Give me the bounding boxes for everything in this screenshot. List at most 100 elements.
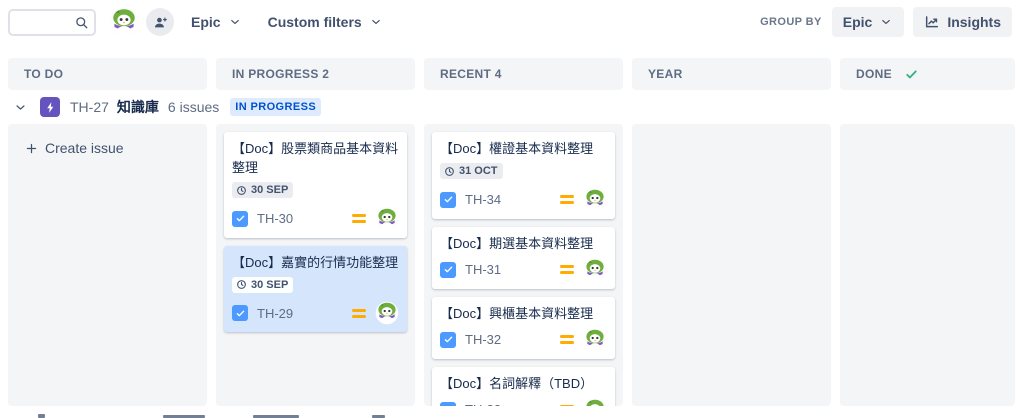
- search-input[interactable]: [10, 10, 74, 34]
- column-header-todo: TO DO: [8, 58, 207, 90]
- group-by-label: GROUP BY: [760, 16, 822, 28]
- card-title: 【Doc】股票類商品基本資料整理: [232, 141, 399, 175]
- custom-filters-dropdown[interactable]: Custom filters: [268, 14, 383, 30]
- board-columns: Create issue 【Doc】股票類商品基本資料整理 30 SEP TH-…: [0, 124, 1024, 406]
- check-icon: [443, 334, 454, 345]
- priority-medium-icon: [560, 405, 574, 406]
- epic-name: 知識庫: [116, 99, 159, 115]
- assignee-avatar: [583, 328, 607, 352]
- check-icon: [235, 308, 246, 319]
- done-check-icon: [904, 67, 919, 82]
- group-by-value: Epic: [842, 14, 873, 30]
- card-title: 【Doc】名詞解釋（TBD）: [440, 375, 594, 391]
- issue-key: TH-29: [257, 305, 294, 321]
- task-type-icon: [440, 401, 456, 406]
- issue-card-th-34[interactable]: 【Doc】權證基本資料整理 31 OCT TH-34: [432, 132, 615, 219]
- card-title: 【Doc】權證基本資料整理: [440, 141, 594, 156]
- issue-card-th-33[interactable]: 【Doc】名詞解釋（TBD） TH-33: [432, 366, 615, 407]
- card-title: 【Doc】嘉實的行情功能整理: [232, 254, 399, 270]
- chevron-down-icon: [879, 15, 893, 29]
- partial-epic-row: [0, 410, 1024, 418]
- epic-swimlane-header: TH-27 知識庫 6 issues IN PROGRESS: [0, 90, 1024, 124]
- column-in-progress: 【Doc】股票類商品基本資料整理 30 SEP TH-30 【Doc】嘉實的行情…: [216, 124, 415, 406]
- assignee-avatar: [375, 301, 399, 325]
- chevron-down-icon: [228, 15, 242, 29]
- task-type-icon: [440, 331, 456, 348]
- issue-card-th-32[interactable]: 【Doc】興櫃基本資料整理 TH-32: [432, 296, 615, 359]
- epic-status-badge: IN PROGRESS: [230, 98, 322, 116]
- column-title: YEAR: [648, 67, 683, 81]
- clock-icon: [236, 185, 247, 196]
- epic-key: TH-27: [70, 99, 109, 115]
- clock-icon: [444, 166, 455, 177]
- epic-icon: [40, 97, 60, 117]
- column-header-year: YEAR: [632, 58, 831, 90]
- column-title: TO DO: [24, 67, 64, 81]
- card-title: 【Doc】興櫃基本資料整理: [440, 305, 594, 321]
- priority-medium-icon: [352, 308, 366, 318]
- custom-filters-label: Custom filters: [267, 14, 362, 30]
- chevron-down-icon: [369, 15, 383, 29]
- insights-label: Insights: [947, 14, 1001, 30]
- issue-key: TH-33: [465, 402, 560, 406]
- check-icon: [443, 404, 454, 406]
- assignee-avatar: [375, 207, 399, 231]
- task-type-icon: [440, 191, 456, 208]
- plus-icon: [24, 141, 39, 156]
- issue-card-th-29[interactable]: 【Doc】嘉實的行情功能整理 30 SEP TH-29: [224, 245, 407, 332]
- column-todo: Create issue: [8, 124, 207, 406]
- due-date: 30 SEP: [251, 184, 289, 196]
- due-date-badge: 31 OCT: [440, 163, 503, 179]
- person-add-icon: [152, 14, 169, 31]
- create-issue-label: Create issue: [45, 140, 124, 156]
- clock-icon: [236, 279, 247, 290]
- task-type-icon: [232, 210, 248, 227]
- create-issue-button[interactable]: Create issue: [24, 140, 124, 156]
- column-year: [632, 124, 831, 406]
- issue-key: TH-31: [465, 262, 502, 277]
- epic-filter-dropdown[interactable]: Epic: [191, 14, 242, 30]
- issue-card-th-30[interactable]: 【Doc】股票類商品基本資料整理 30 SEP TH-30: [224, 132, 407, 238]
- column-headers: TO DO IN PROGRESS 2 RECENT 4 YEAR DONE: [0, 58, 1024, 90]
- board-toolbar: Epic Custom filters GROUP BY Epic Insigh…: [0, 0, 1024, 44]
- task-type-icon: [440, 261, 456, 278]
- column-title: RECENT 4: [440, 67, 502, 81]
- chevron-down-icon: [13, 100, 28, 115]
- group-by-dropdown[interactable]: Epic: [831, 7, 905, 37]
- column-done: [840, 124, 1015, 406]
- owl-avatar-icon: [109, 7, 139, 37]
- check-icon: [235, 213, 246, 224]
- column-header-in-progress: IN PROGRESS 2: [216, 58, 415, 90]
- due-date-badge: 30 SEP: [232, 276, 294, 293]
- epic-filter-label: Epic: [191, 14, 221, 30]
- issue-key: TH-32: [465, 332, 502, 347]
- search-icon: [74, 15, 89, 30]
- column-header-done: DONE: [840, 58, 1015, 90]
- collapse-epic-button[interactable]: [8, 95, 32, 119]
- priority-medium-icon: [560, 335, 574, 344]
- check-icon: [443, 264, 454, 275]
- assignee-avatar: [583, 188, 607, 212]
- check-icon: [443, 194, 454, 205]
- issue-card-th-31[interactable]: 【Doc】期選基本資料整理 TH-31: [432, 226, 615, 289]
- due-date: 31 OCT: [459, 165, 498, 177]
- card-title: 【Doc】期選基本資料整理: [440, 235, 594, 251]
- epic-issue-count: 6 issues: [167, 99, 220, 115]
- priority-medium-icon: [560, 195, 574, 204]
- column-title: IN PROGRESS 2: [232, 67, 330, 81]
- search-box[interactable]: [8, 8, 96, 36]
- add-people-button[interactable]: [146, 8, 174, 36]
- lightning-bolt-icon: [43, 100, 58, 115]
- due-date-badge: 30 SEP: [232, 182, 294, 198]
- issue-key: TH-30: [257, 211, 294, 226]
- insights-chart-icon: [924, 14, 940, 30]
- user-avatar[interactable]: [109, 7, 139, 37]
- column-header-recent: RECENT 4: [424, 58, 623, 90]
- priority-medium-icon: [560, 265, 574, 274]
- issue-key: TH-34: [465, 192, 502, 207]
- due-date: 30 SEP: [251, 278, 289, 291]
- assignee-avatar: [583, 258, 607, 282]
- assignee-avatar: [583, 398, 607, 407]
- column-recent: 【Doc】權證基本資料整理 31 OCT TH-34 【Doc】期選基本資料整理: [424, 124, 623, 406]
- insights-button[interactable]: Insights: [913, 7, 1012, 37]
